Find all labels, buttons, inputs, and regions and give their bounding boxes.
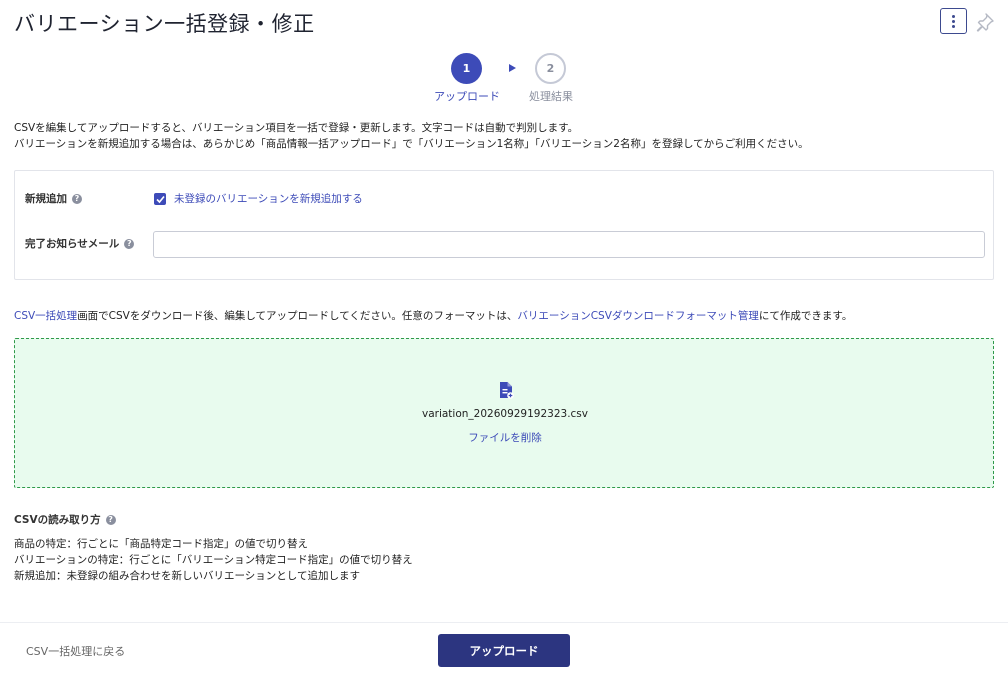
csv-note-text-2: にて作成できます。: [758, 310, 853, 322]
pin-icon[interactable]: [975, 12, 995, 32]
uploaded-file-name: variation_20260929192323.csv: [421, 408, 588, 420]
read-guide-line-3: 新規追加：未登録の組み合わせを新しいバリエーションとして追加します: [14, 570, 360, 582]
page-title: バリエーション一括登録・修正: [14, 12, 315, 36]
back-to-csv-link[interactable]: CSV一括処理に戻る: [26, 643, 125, 659]
read-guide-title-row: CSVの読み取り方 ?: [14, 512, 116, 527]
upload-button[interactable]: アップロード: [438, 634, 570, 667]
help-icon[interactable]: ?: [105, 514, 116, 525]
step-2-label: 処理結果: [529, 90, 573, 103]
settings-form: 新規追加 ? 未登録のバリエーションを新規追加する 完了お知らせメール ?: [14, 170, 994, 280]
new-add-label-row: 新規追加 ?: [25, 191, 82, 206]
intro-text: CSVを編集してアップロードすると、バリエーション項目を一括で登録・更新します。…: [14, 120, 809, 152]
more-vertical-icon: [952, 14, 955, 28]
intro-line-2: バリエーションを新規追加する場合は、あらかじめ「商品情報一括アップロード」で「バ…: [14, 138, 809, 150]
step-2-indicator: 2: [535, 53, 566, 84]
file-plus-icon: [500, 382, 514, 399]
step-arrow-icon: [509, 64, 516, 72]
check-icon: [155, 195, 165, 203]
intro-line-1: CSVを編集してアップロードすると、バリエーション項目を一括で登録・更新します。…: [14, 122, 579, 134]
file-dropzone[interactable]: variation_20260929192323.csv ファイルを削除: [14, 338, 994, 488]
completion-mail-input[interactable]: [153, 231, 985, 258]
delete-file-link[interactable]: ファイルを削除: [15, 430, 995, 445]
csv-bulk-link[interactable]: CSV一括処理: [14, 310, 77, 322]
more-menu-button[interactable]: [940, 8, 967, 34]
footer-bar: CSV一括処理に戻る アップロード: [0, 622, 1008, 674]
read-guide-lines: 商品の特定：行ごとに「商品特定コード指定」の値で切り替え バリエーションの特定：…: [14, 536, 413, 584]
help-icon[interactable]: ?: [124, 238, 135, 249]
step-1-label: アップロード: [434, 90, 500, 103]
csv-note: CSV一括処理画面でCSVをダウンロード後、編集してアップロードしてください。任…: [14, 308, 852, 323]
read-guide-line-1: 商品の特定：行ごとに「商品特定コード指定」の値で切り替え: [14, 538, 308, 550]
format-manage-link[interactable]: バリエーションCSVダウンロードフォーマット管理: [517, 310, 758, 322]
read-guide-title: CSVの読み取り方: [14, 514, 101, 526]
new-add-checkbox[interactable]: [154, 193, 166, 205]
step-1-indicator: 1: [451, 53, 482, 84]
mail-label: 完了お知らせメール: [25, 238, 120, 250]
stepper: 1 2 アップロード 処理結果: [0, 52, 1008, 108]
mail-label-row: 完了お知らせメール ?: [25, 236, 135, 251]
help-icon[interactable]: ?: [72, 193, 82, 204]
read-guide-line-2: バリエーションの特定：行ごとに「バリエーション特定コード指定」の値で切り替え: [14, 554, 413, 566]
new-add-checkbox-label[interactable]: 未登録のバリエーションを新規追加する: [174, 191, 363, 206]
new-add-label: 新規追加: [25, 193, 67, 205]
csv-note-text-1: 画面でCSVをダウンロード後、編集してアップロードしてください。任意のフォーマッ…: [77, 310, 518, 322]
